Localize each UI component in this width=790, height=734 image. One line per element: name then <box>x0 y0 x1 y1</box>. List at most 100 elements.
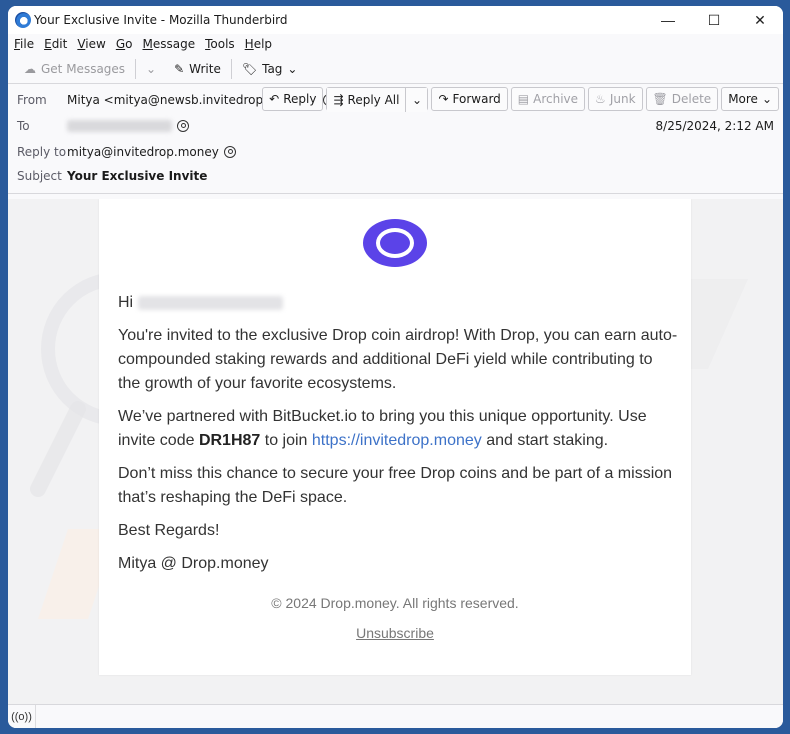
menu-edit-accel: E <box>44 37 52 51</box>
reply-label: Reply <box>283 92 317 106</box>
reply-to-row: Reply to mitya@invitedrop.money <box>17 145 236 159</box>
greeting-label: Hi <box>118 294 134 311</box>
reply-all-label: Reply All <box>347 93 400 107</box>
archive-button[interactable]: ▤ Archive <box>510 87 586 111</box>
menu-message[interactable]: Message <box>142 37 195 51</box>
online-status-icon[interactable]: ((o)) <box>8 704 36 728</box>
junk-button[interactable]: ♨ Junk <box>588 87 643 111</box>
menu-tools-rest: ools <box>210 37 235 51</box>
more-label: More <box>728 92 758 106</box>
drop-logo-drop <box>386 234 404 252</box>
junk-flame-icon: ♨ <box>595 92 606 106</box>
copyright-text: © 2024 Drop.money. All rights reserved. <box>271 595 519 611</box>
close-button[interactable]: ✕ <box>737 6 783 34</box>
subject-value: Your Exclusive Invite <box>67 169 208 183</box>
toolbar-separator <box>230 58 232 79</box>
chevron-down-icon: ⌄ <box>287 61 298 76</box>
window-controls: — ☐ ✕ <box>645 6 783 34</box>
reply-all-group: ⇶ Reply All ⌄ <box>326 87 429 112</box>
paragraph-invite: You're invited to the exclusive Drop coi… <box>118 327 678 392</box>
reply-all-dropdown[interactable]: ⌄ <box>405 88 428 112</box>
menu-view[interactable]: View <box>77 37 105 51</box>
menu-message-accel: M <box>142 37 153 51</box>
drop-logo-icon <box>363 219 427 267</box>
subject-row: Subject Your Exclusive Invite <box>17 169 207 183</box>
paragraph-partner: We’ve partnered with BitBucket.io to bri… <box>118 405 678 453</box>
menu-go-rest: o <box>125 37 133 51</box>
forward-label: Forward <box>452 92 501 106</box>
reply-to-label: Reply to <box>17 145 67 159</box>
menu-help[interactable]: Help <box>245 37 272 51</box>
thunderbird-logo-icon <box>15 12 31 28</box>
chevron-down-icon: ⌄ <box>146 61 157 76</box>
email-body-card: Hi You're invited to the exclusive Drop … <box>99 199 691 675</box>
menu-edit[interactable]: Edit <box>44 37 67 51</box>
more-button[interactable]: More ⌄ <box>721 87 779 111</box>
contact-icon[interactable] <box>177 120 189 132</box>
delete-button[interactable]: 🗑︎ Delete <box>645 87 719 111</box>
menu-go-accel: G <box>115 37 126 51</box>
drop-logo-ring <box>376 228 414 258</box>
message-header: From Mitya <mitya@newsb.invitedrop.money… <box>8 84 783 194</box>
chevron-down-icon: ⌄ <box>411 93 422 107</box>
get-messages-label: Get Messages <box>41 61 126 76</box>
invite-link[interactable]: https://invitedrop.money <box>312 432 482 449</box>
forward-button[interactable]: ↷ Forward <box>431 87 508 111</box>
junk-label: Junk <box>609 92 636 106</box>
invite-code: DR1H87 <box>198 432 261 449</box>
toolbar-separator <box>135 58 137 79</box>
menu-tools[interactable]: Tools <box>205 37 235 51</box>
cloud-download-icon: ☁ <box>24 61 36 76</box>
menu-file[interactable]: File <box>14 37 34 51</box>
reply-all-button[interactable]: ⇶ Reply All <box>327 88 406 112</box>
status-bar: ((o)) <box>8 704 783 728</box>
menu-bar: File Edit View Go Message Tools Help <box>8 34 783 54</box>
watermark-magnifier-handle <box>30 401 86 497</box>
partner-text-c: and start staking. <box>481 432 609 449</box>
greeting: Hi <box>118 291 678 315</box>
subject-label: Subject <box>17 169 62 183</box>
get-messages-button[interactable]: ☁ Get Messages <box>18 57 131 81</box>
message-actions: ↶ Reply ⇶ Reply All ⌄ ↷ Forward ▤ Archiv… <box>262 87 779 112</box>
contact-icon[interactable] <box>223 146 236 158</box>
chevron-down-icon: ⌄ <box>761 92 772 106</box>
main-toolbar: ☁ Get Messages ⌄ ✎ Write 🏷︎ Tag ⌄ <box>8 54 783 84</box>
from-label: From <box>17 93 47 107</box>
paragraph-signature: Mitya @ Drop.money <box>118 555 269 572</box>
archive-icon: ▤ <box>517 92 530 106</box>
menu-help-accel: H <box>244 37 254 51</box>
reply-button[interactable]: ↶ Reply <box>262 87 324 111</box>
window-title: Your Exclusive Invite - Mozilla Thunderb… <box>34 13 288 27</box>
reply-all-icon: ⇶ <box>333 93 344 107</box>
paragraph-regards: Best Regards! <box>118 522 220 539</box>
write-label: Write <box>189 61 221 76</box>
message-date: 8/25/2024, 2:12 AM <box>655 119 774 133</box>
menu-go[interactable]: Go <box>116 37 133 51</box>
recipient-redacted <box>138 296 284 310</box>
partner-text-b: to join <box>260 432 312 449</box>
menu-help-rest: elp <box>253 37 273 51</box>
paragraph-urgency: Don’t miss this chance to secure your fr… <box>118 465 673 506</box>
tag-button[interactable]: 🏷︎ Tag ⌄ <box>236 57 304 81</box>
maximize-button[interactable]: ☐ <box>691 6 737 34</box>
menu-file-rest: ile <box>20 37 35 51</box>
minimize-button[interactable]: — <box>645 6 691 34</box>
pencil-icon: ✎ <box>174 61 185 76</box>
get-messages-dropdown[interactable]: ⌄ <box>140 57 162 81</box>
menu-message-rest: essage <box>152 37 196 51</box>
unsubscribe-link[interactable]: Unsubscribe <box>99 625 691 641</box>
thunderbird-window: Your Exclusive Invite - Mozilla Thunderb… <box>8 6 783 728</box>
to-label: To <box>17 119 30 133</box>
menu-view-rest: iew <box>85 37 106 51</box>
tag-label: Tag <box>262 61 283 76</box>
trash-icon: 🗑︎ <box>652 92 668 106</box>
to-row: To <box>17 119 189 133</box>
menu-edit-rest: dit <box>51 37 68 51</box>
write-button[interactable]: ✎ Write <box>168 57 227 81</box>
reply-icon: ↶ <box>269 92 280 106</box>
title-bar: Your Exclusive Invite - Mozilla Thunderb… <box>8 6 783 34</box>
tag-icon: 🏷︎ <box>241 61 258 76</box>
reply-to-value[interactable]: mitya@invitedrop.money <box>67 145 219 159</box>
archive-label: Archive <box>533 92 579 106</box>
forward-icon: ↷ <box>438 92 449 106</box>
